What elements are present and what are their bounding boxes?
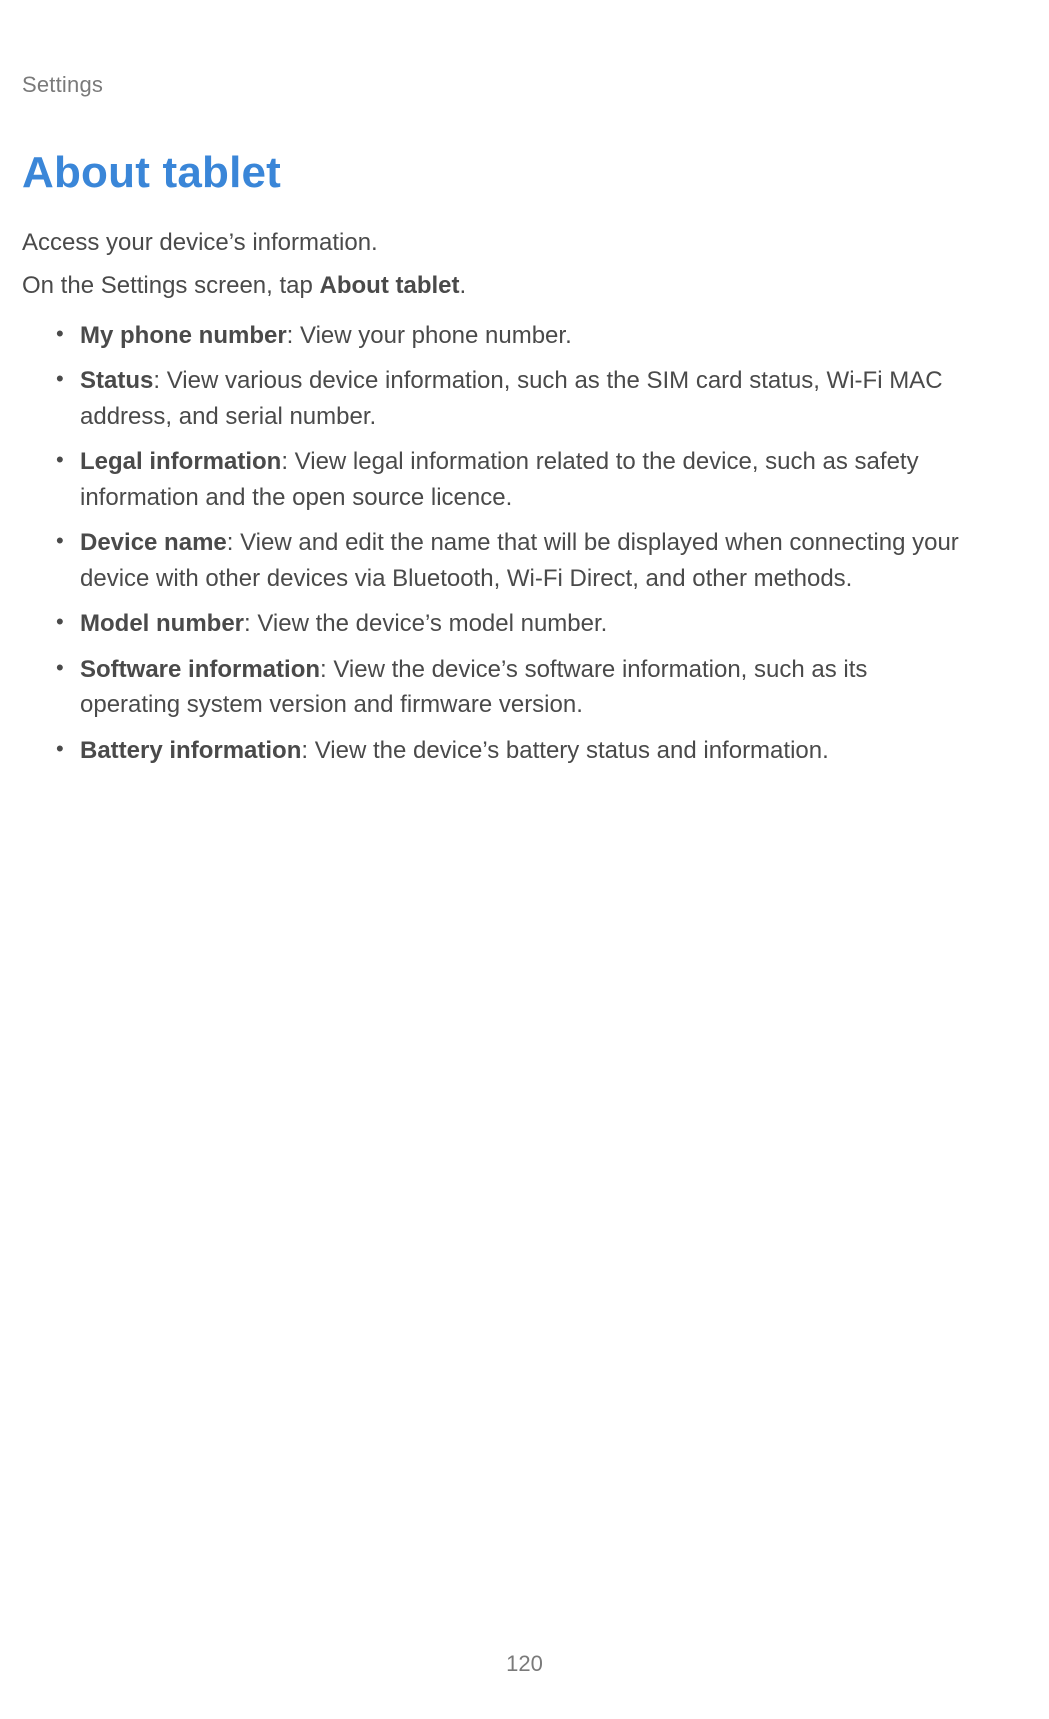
list-item: Legal information: View legal informatio… [56, 444, 969, 515]
instruction-prefix: On the Settings screen, tap [22, 272, 320, 299]
instruction-suffix: . [460, 272, 467, 299]
item-term: Legal information [80, 448, 281, 475]
item-desc: : View various device information, such … [80, 367, 943, 430]
list-item: Battery information: View the device’s b… [56, 733, 969, 769]
item-term: Device name [80, 529, 227, 556]
item-term: Software information [80, 656, 320, 683]
list-item: Status: View various device information,… [56, 363, 969, 434]
item-term: My phone number [80, 322, 287, 349]
instruction-bold: About tablet [320, 272, 460, 299]
intro-text: Access your device’s information. [22, 226, 969, 261]
item-term: Battery information [80, 737, 301, 764]
instruction-text: On the Settings screen, tap About tablet… [22, 269, 969, 304]
list-item: Device name: View and edit the name that… [56, 525, 969, 596]
item-term: Model number [80, 610, 244, 637]
page-title: About tablet [22, 148, 969, 198]
list-item: Model number: View the device’s model nu… [56, 606, 969, 642]
breadcrumb: Settings [22, 72, 969, 98]
item-term: Status [80, 367, 153, 394]
feature-list: My phone number: View your phone number.… [22, 318, 969, 769]
item-desc: : View the device’s model number. [244, 610, 607, 637]
item-desc: : View the device’s battery status and i… [301, 737, 828, 764]
page-container: Settings About tablet Access your device… [0, 0, 1049, 1719]
item-desc: : View your phone number. [287, 322, 572, 349]
list-item: Software information: View the device’s … [56, 652, 969, 723]
page-number: 120 [0, 1651, 1049, 1677]
list-item: My phone number: View your phone number. [56, 318, 969, 354]
